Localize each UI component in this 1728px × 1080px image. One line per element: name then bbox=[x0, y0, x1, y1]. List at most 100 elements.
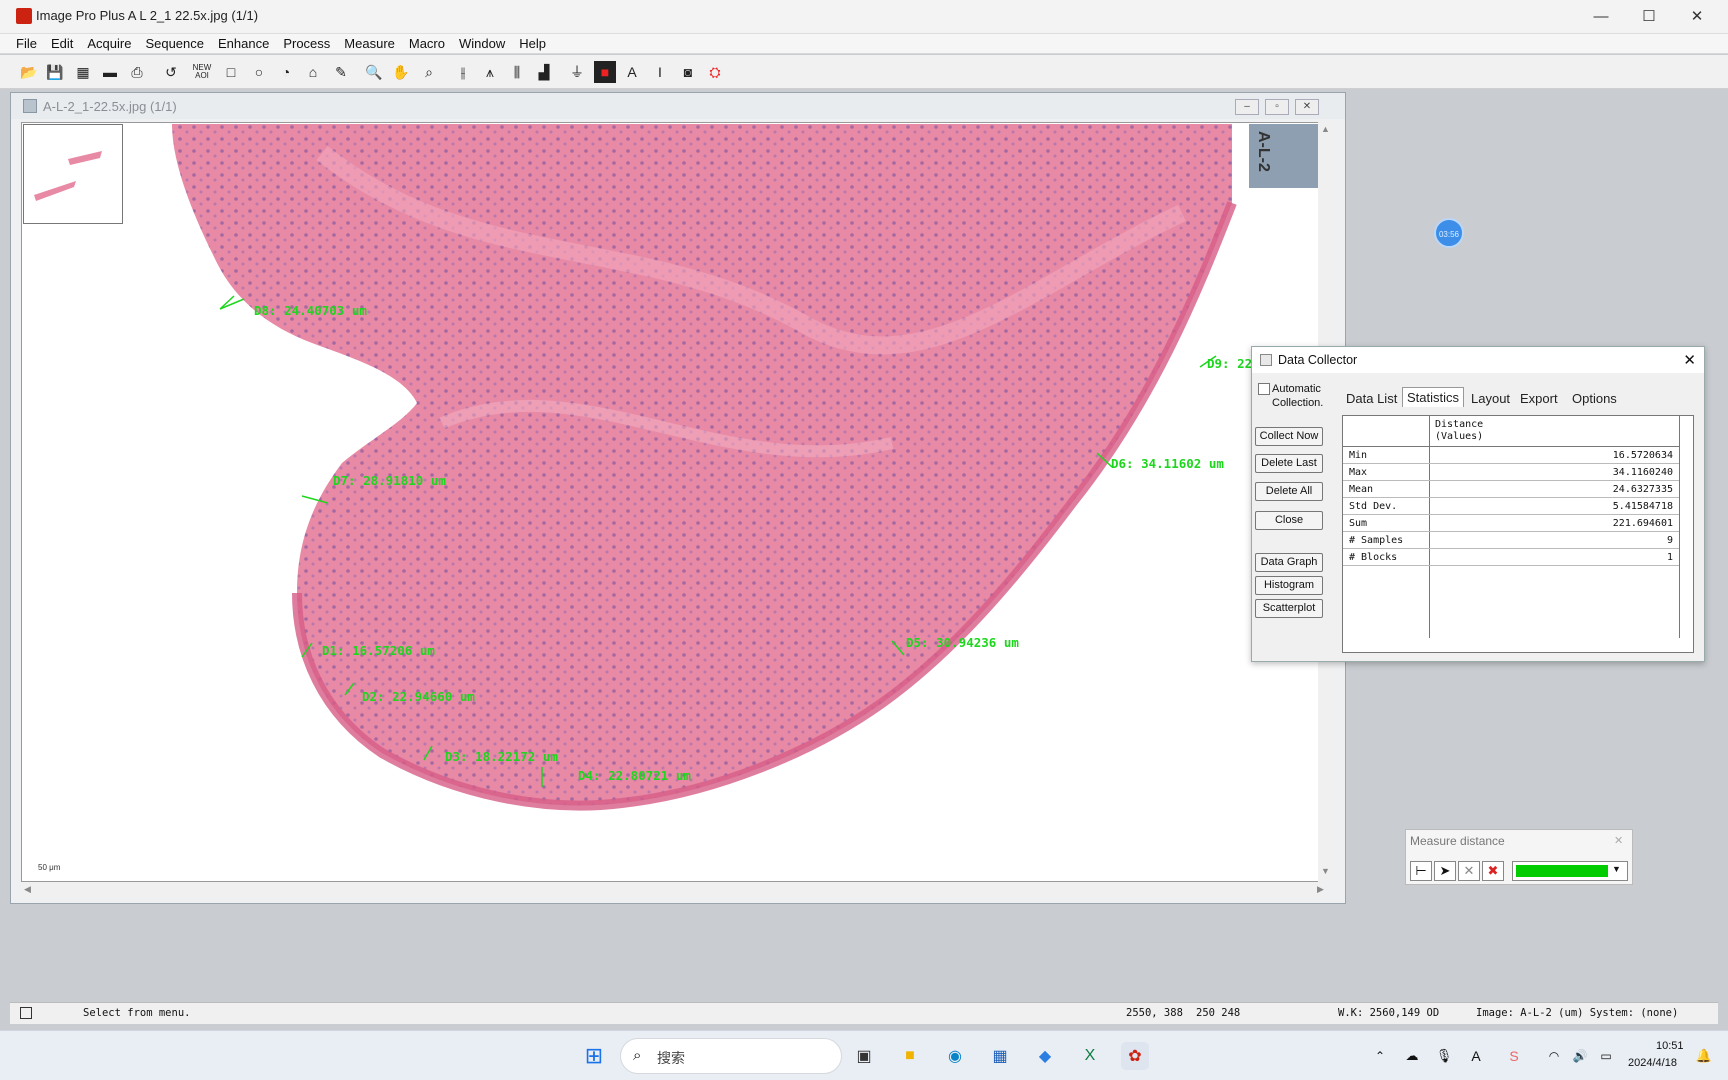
stat-row-sum: Sum 221.694601 bbox=[1343, 515, 1679, 532]
tab-data-list[interactable]: Data List bbox=[1342, 389, 1401, 408]
store-icon[interactable]: ▦ bbox=[986, 1042, 1014, 1070]
task-view-icon[interactable]: ▣ bbox=[850, 1042, 878, 1070]
open-icon[interactable]: 📂 bbox=[18, 61, 40, 83]
toolbox-close-icon[interactable]: ✕ bbox=[1614, 834, 1623, 847]
line-measure-icon[interactable]: ⊢ bbox=[1410, 861, 1432, 881]
rectangle-tool-icon[interactable]: □ bbox=[220, 61, 242, 83]
minimize-button[interactable]: — bbox=[1578, 4, 1624, 30]
menu-edit[interactable]: Edit bbox=[44, 34, 80, 54]
horizontal-scrollbar[interactable]: ◀ ▶ bbox=[21, 882, 1324, 898]
image-restore-button[interactable]: ▫ bbox=[1265, 99, 1289, 115]
show-hidden-icons[interactable]: ⌃ bbox=[1366, 1042, 1394, 1070]
notification-bell-icon[interactable]: 🔔 bbox=[1690, 1042, 1718, 1070]
collect-now-button[interactable]: Collect Now bbox=[1255, 427, 1323, 446]
tab-statistics[interactable]: Statistics bbox=[1402, 387, 1465, 407]
auto-collection-checkbox[interactable] bbox=[1258, 383, 1270, 395]
measurement-label-d6[interactable]: D6: 34.11602 um bbox=[1111, 456, 1224, 471]
close-button[interactable]: ✕ bbox=[1674, 4, 1720, 30]
tab-layout[interactable]: Layout bbox=[1467, 389, 1514, 408]
scale-bar-icon[interactable]: I bbox=[649, 61, 671, 83]
microphone-icon[interactable]: 🎙 bbox=[1430, 1042, 1458, 1070]
menu-help[interactable]: Help bbox=[512, 34, 553, 54]
scroll-up-icon[interactable]: ▲ bbox=[1321, 124, 1330, 134]
input-method-icon[interactable]: A bbox=[1462, 1042, 1490, 1070]
clock-time[interactable]: 10:51 bbox=[1656, 1040, 1684, 1052]
scroll-down-icon[interactable]: ▼ bbox=[1321, 866, 1330, 876]
thumbnail-navigator[interactable] bbox=[23, 124, 123, 224]
measurement-label-d3[interactable]: D3: 18.22172 um bbox=[445, 749, 558, 764]
tab-options[interactable]: Options bbox=[1568, 389, 1621, 408]
line-profile-icon[interactable]: ⫲ bbox=[452, 61, 474, 83]
image-canvas[interactable]: A-L-2 D8: 24.40703 um D9: 22. D6: 34.116… bbox=[21, 122, 1328, 882]
floating-timer-badge[interactable]: 03:56 bbox=[1434, 218, 1464, 248]
measurement-label-d2[interactable]: D2: 22.94660 um bbox=[362, 689, 475, 704]
image-close-button[interactable]: ✕ bbox=[1295, 99, 1319, 115]
menu-acquire[interactable]: Acquire bbox=[80, 34, 138, 54]
line-color-dropdown[interactable]: ▼ bbox=[1512, 861, 1628, 881]
image-minimize-button[interactable]: – bbox=[1235, 99, 1259, 115]
battery-icon[interactable]: ▭ bbox=[1592, 1042, 1620, 1070]
file-explorer-icon[interactable]: ■ bbox=[896, 1042, 924, 1070]
histogram-button[interactable]: Histogram bbox=[1255, 576, 1323, 595]
scroll-right-icon[interactable]: ▶ bbox=[1317, 884, 1324, 895]
save-icon[interactable]: 💾 bbox=[44, 61, 66, 83]
pan-hand-icon[interactable]: ✋ bbox=[390, 61, 412, 83]
menu-window[interactable]: Window bbox=[452, 34, 512, 54]
menu-process[interactable]: Process bbox=[276, 34, 337, 54]
polygon-tool-icon[interactable]: ◔ bbox=[275, 61, 297, 83]
menu-measure[interactable]: Measure bbox=[337, 34, 402, 54]
edge-browser-icon[interactable]: ◉ bbox=[941, 1042, 969, 1070]
histogram-icon[interactable]: ⩚ bbox=[479, 61, 501, 83]
scatterplot-button[interactable]: Scatterplot bbox=[1255, 599, 1323, 618]
taskbar: ⊞ ⌕ 搜索 ▣ ■ ◉ ▦ ◆ X ✿ ⌃ ☁ 🎙 A S ◠ 🔊 ▭ 10:… bbox=[0, 1030, 1728, 1080]
taskbar-search[interactable]: ⌕ 搜索 bbox=[620, 1038, 842, 1074]
ellipse-tool-icon[interactable]: ○ bbox=[248, 61, 270, 83]
image-pro-plus-taskbar-icon[interactable]: ✿ bbox=[1121, 1042, 1149, 1070]
calibrate-icon[interactable]: ⫼ bbox=[506, 61, 528, 83]
excel-icon[interactable]: X bbox=[1076, 1042, 1104, 1070]
acquire-icon[interactable]: ▬ bbox=[99, 61, 121, 83]
menu-file[interactable]: File bbox=[9, 34, 44, 54]
menu-sequence[interactable]: Sequence bbox=[138, 34, 211, 54]
cloud-icon[interactable]: ☁ bbox=[1398, 1042, 1426, 1070]
maximize-button[interactable]: ☐ bbox=[1626, 4, 1672, 30]
wifi-icon[interactable]: ◠ bbox=[1540, 1042, 1568, 1070]
menu-enhance[interactable]: Enhance bbox=[211, 34, 276, 54]
undo-icon[interactable]: ↺ bbox=[160, 61, 182, 83]
scroll-left-icon[interactable]: ◀ bbox=[24, 884, 31, 895]
delete-last-button[interactable]: Delete Last bbox=[1255, 454, 1323, 473]
image-window: A-L-2_1-22.5x.jpg (1/1) – ▫ ✕ A-L-2 D8: … bbox=[10, 92, 1346, 904]
zoom-area-icon[interactable]: ⌕ bbox=[418, 61, 440, 83]
delete-all-button[interactable]: Delete All bbox=[1255, 482, 1323, 501]
start-icon[interactable]: ⊞ bbox=[580, 1042, 608, 1070]
print-icon[interactable]: ⎙ bbox=[126, 61, 148, 83]
stop-icon[interactable]: ⛭ bbox=[704, 61, 726, 83]
menu-macro[interactable]: Macro bbox=[402, 34, 452, 54]
grid-icon[interactable]: ▦ bbox=[72, 61, 94, 83]
text-annotate-icon[interactable]: A bbox=[621, 61, 643, 83]
camera-icon[interactable]: ◙ bbox=[677, 61, 699, 83]
delete-measure-icon[interactable]: ✕ bbox=[1458, 861, 1480, 881]
measurement-label-d5[interactable]: D5: 30.94236 um bbox=[906, 635, 1019, 650]
new-aoi-button[interactable]: NEW AOI bbox=[191, 61, 213, 83]
magic-wand-icon[interactable]: ⌂ bbox=[302, 61, 324, 83]
close-button[interactable]: Close bbox=[1255, 511, 1323, 530]
clock-date[interactable]: 2024/4/18 bbox=[1628, 1057, 1677, 1069]
measurement-label-d8[interactable]: D8: 24.40703 um bbox=[254, 303, 367, 318]
data-graph-button[interactable]: Data Graph bbox=[1255, 553, 1323, 572]
bar-chart-icon[interactable]: ▟ bbox=[533, 61, 555, 83]
app-icon[interactable]: ◆ bbox=[1031, 1042, 1059, 1070]
delete-all-measures-icon[interactable]: ✖ bbox=[1482, 861, 1504, 881]
color-icon[interactable]: ■ bbox=[594, 61, 616, 83]
measurement-label-d4[interactable]: D4: 22.80721 um bbox=[578, 768, 691, 783]
measurement-label-d7[interactable]: D7: 28.91810 um bbox=[333, 473, 446, 488]
volume-icon[interactable]: 🔊 bbox=[1566, 1042, 1594, 1070]
pencil-icon[interactable]: ✎ bbox=[330, 61, 352, 83]
zoom-icon[interactable]: 🔍 bbox=[363, 61, 385, 83]
dialog-close-icon[interactable]: ✕ bbox=[1683, 351, 1696, 369]
measurement-label-d1[interactable]: D1: 16.57206 um bbox=[322, 643, 435, 658]
measure-icon[interactable]: ⏚ bbox=[566, 61, 588, 83]
antivirus-icon[interactable]: S bbox=[1500, 1042, 1528, 1070]
select-pointer-icon[interactable]: ➤ bbox=[1434, 861, 1456, 881]
tab-export[interactable]: Export bbox=[1516, 389, 1562, 408]
